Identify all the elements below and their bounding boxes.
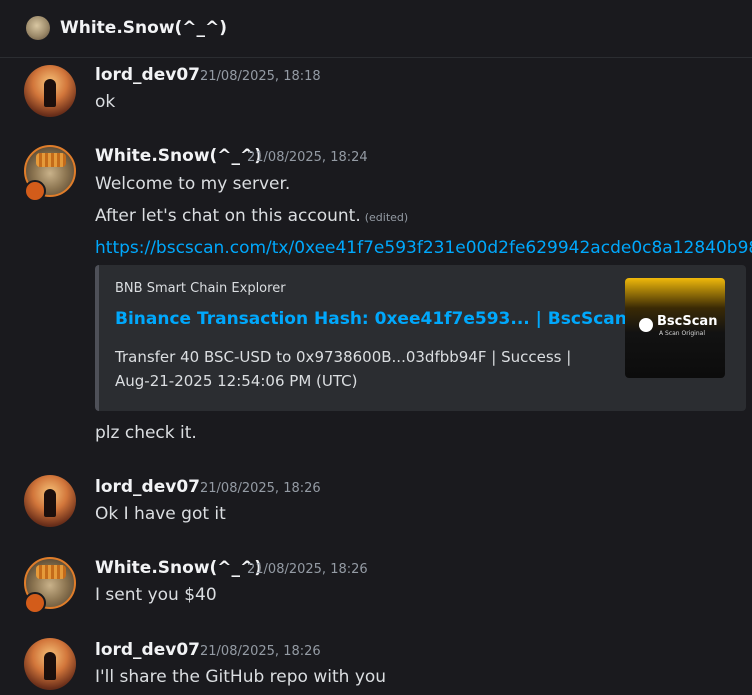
author-name[interactable]: White.Snow(^_^) — [95, 557, 262, 579]
embed-description-line: Transfer 40 BSC-USD to 0x9738600B...03df… — [115, 348, 572, 366]
avatar[interactable] — [24, 638, 76, 690]
message-text: ok — [95, 92, 116, 112]
avatar-decoration-badge — [24, 592, 46, 614]
message-text: plz check it. — [95, 423, 197, 443]
author-name[interactable]: lord_dev07 — [95, 639, 200, 661]
message-timestamp: 21/08/2025, 18:18 — [200, 69, 321, 84]
embed-description-line: Aug-21-2025 12:54:06 PM (UTC) — [115, 372, 358, 390]
message-timestamp: 21/08/2025, 18:26 — [200, 644, 321, 659]
message-timestamp: 21/08/2025, 18:26 — [247, 562, 368, 577]
header-avatar[interactable] — [26, 16, 50, 40]
message-text: Welcome to my server. — [95, 174, 291, 194]
avatar[interactable] — [24, 475, 76, 527]
thumbnail-brand-name: BscScan — [657, 314, 718, 329]
link-embed: BNB Smart Chain Explorer Binance Transac… — [95, 265, 746, 411]
message-timestamp: 21/08/2025, 18:26 — [200, 481, 321, 496]
channel-title[interactable]: White.Snow(^_^) — [60, 16, 227, 40]
bscscan-logo-icon — [639, 318, 653, 332]
message-text: Ok I have got it — [95, 504, 226, 524]
channel-header: White.Snow(^_^) — [0, 0, 752, 58]
avatar-decoration-badge — [24, 180, 46, 202]
embed-description: Transfer 40 BSC-USD to 0x9738600B...03df… — [115, 345, 595, 393]
edited-label: (edited) — [364, 211, 409, 224]
author-name[interactable]: lord_dev07 — [95, 476, 200, 498]
author-name[interactable]: White.Snow(^_^) — [95, 145, 262, 167]
message-timestamp: 21/08/2025, 18:24 — [247, 150, 368, 165]
author-name[interactable]: lord_dev07 — [95, 64, 200, 86]
thumbnail-brand-subtitle: A Scan Original — [659, 330, 705, 337]
embed-title-link[interactable]: Binance Transaction Hash: 0xee41f7e593..… — [115, 309, 627, 329]
embed-provider[interactable]: BNB Smart Chain Explorer — [115, 281, 286, 296]
message-text: I'll share the GitHub repo with you — [95, 667, 387, 687]
message-text-edited: After let's chat on this account. (edited… — [95, 204, 408, 230]
message-text: I sent you $40 — [95, 585, 217, 605]
transaction-link[interactable]: https://bscscan.com/tx/0xee41f7e593f231e… — [95, 236, 752, 260]
avatar[interactable] — [24, 65, 76, 117]
embed-thumbnail[interactable]: BscScan A Scan Original — [625, 278, 725, 378]
message-text: After let's chat on this account. — [95, 206, 361, 226]
